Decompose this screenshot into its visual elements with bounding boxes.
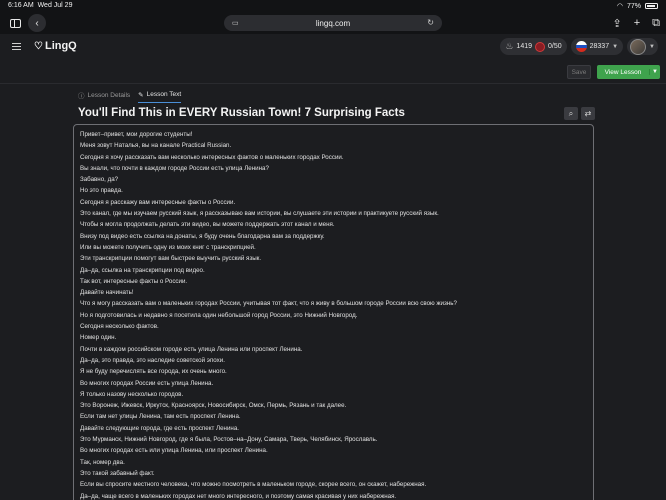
- lesson-text-line: Это Воронеж, Ижевск, Иркутск, Красноярск…: [80, 402, 347, 410]
- lesson-text-line: Чтобы я могла продолжать делать эти виде…: [80, 221, 335, 229]
- lesson-text-line: Вы знали, что почти в каждом городе Росс…: [80, 164, 269, 172]
- lesson-text-line: Да–да, чаще всего в маленьких городах не…: [80, 492, 397, 500]
- back-button[interactable]: ‹: [28, 14, 46, 32]
- save-button[interactable]: Save: [567, 65, 591, 79]
- menu-icon[interactable]: [12, 43, 21, 50]
- lingq-logo[interactable]: ♡ LingQ: [34, 40, 77, 52]
- new-tab-icon[interactable]: +: [634, 17, 640, 29]
- lesson-text-line: Меня зовут Наталья, вы на канале Practic…: [80, 142, 232, 150]
- lesson-text-line: Внизу под видео есть ссылка на донаты, я…: [80, 232, 325, 240]
- lesson-text-line: Сегодня я хочу рассказать вам несколько …: [80, 153, 344, 161]
- battery-percent: 77%: [626, 2, 641, 10]
- lesson-text-editor[interactable]: Привет–привет, мои дорогие студенты! Меня…: [73, 124, 594, 500]
- chevron-left-icon: ‹: [35, 17, 39, 29]
- lesson-text-line: Сегодня я расскажу вам интересные факты …: [80, 198, 236, 206]
- profile-menu[interactable]: ▼: [627, 38, 658, 55]
- lesson-text-line: Так вот, интересные факты о России.: [80, 277, 188, 285]
- lesson-text-line: Что я могу рассказать вам о маленьких го…: [80, 300, 457, 308]
- wifi-icon: ◠: [616, 3, 623, 10]
- language-pill[interactable]: 28337 ▼: [570, 38, 624, 55]
- tab-label: Lesson Text: [146, 91, 182, 98]
- info-icon: ⓘ: [78, 93, 85, 100]
- streak-count: 1419: [516, 43, 532, 50]
- lesson-text-line: Я только назову несколько городов.: [80, 390, 184, 398]
- lesson-text-line: Так, номер два.: [80, 458, 125, 466]
- avatar: [630, 38, 647, 55]
- tab-lesson-details[interactable]: ⓘ Lesson Details: [78, 90, 130, 103]
- chevron-down-icon: ▼: [649, 43, 655, 50]
- lesson-text-line: Да–да, это правда, это наследие советско…: [80, 356, 225, 364]
- browser-toolbar: ‹ ▭ lingq.com ↻ ⇪ + ⧉: [0, 12, 666, 34]
- lesson-text-line: Сегодня несколько фактов.: [80, 323, 159, 331]
- lesson-text-line: Если там нет улицы Ленина, там есть прос…: [80, 413, 241, 421]
- lesson-text-line: Почти в каждом российском городе есть ул…: [80, 345, 303, 353]
- daily-goal-count: 0/50: [548, 43, 562, 50]
- address-text: lingq.com: [315, 18, 351, 28]
- status-date: Wed Jul 29: [37, 2, 73, 9]
- view-lesson-button[interactable]: View Lesson ▼: [597, 65, 660, 79]
- page-title: You'll Find This in EVERY Russian Town! …: [78, 107, 405, 119]
- ios-status-bar: 6:16 AM Wed Jul 29 ◠ 77%: [0, 0, 666, 12]
- lesson-tabs: ⓘ Lesson Details ✎ Lesson Text: [78, 90, 182, 103]
- lesson-text-line: Забавно, да?: [80, 176, 119, 184]
- status-right: ◠ 77%: [617, 2, 658, 10]
- header-stats: ♨ 1419 0/50 28337 ▼ ▼: [500, 38, 658, 55]
- lesson-text-line: Это такой забавный факт.: [80, 469, 155, 477]
- tab-label: Lesson Details: [87, 91, 131, 99]
- lesson-text-line: Давайте начинать!: [80, 289, 134, 297]
- page-menu-icon[interactable]: ▭: [232, 19, 239, 27]
- lesson-text-line: Номер один.: [80, 334, 117, 342]
- lesson-text-line: Это Мурманск, Нижний Новгород, где я был…: [80, 436, 378, 444]
- editor-actions: ⌕ ⇄: [564, 107, 595, 120]
- address-bar[interactable]: ▭ lingq.com ↻: [224, 15, 442, 31]
- browser-actions: ⇪ + ⧉: [612, 14, 660, 32]
- pencil-icon: ✎: [138, 91, 144, 99]
- known-words-count: 28337: [589, 43, 610, 50]
- lesson-text-line: Да–да, ссылка на транскрипции под видео.: [80, 266, 205, 274]
- tab-lesson-text[interactable]: ✎ Lesson Text: [138, 90, 182, 103]
- streak-flame-icon: ♨: [505, 41, 514, 51]
- lesson-toolbar: Save View Lesson ▼: [0, 60, 666, 84]
- status-time: 6:16 AM Wed Jul 29: [8, 2, 72, 9]
- lesson-text-line: Но я подготовилась и недавно я посетила …: [80, 311, 358, 319]
- sidebar-toggle-button[interactable]: [8, 14, 22, 32]
- replace-icon[interactable]: ⇄: [581, 107, 595, 120]
- logo-heart-icon: ♡: [34, 40, 43, 52]
- lesson-text-line: Привет–привет, мои дорогие студенты!: [80, 131, 193, 138]
- lesson-text-line: Это канал, где мы изучаем русский язык, …: [80, 210, 439, 218]
- lesson-text-line: Эти транскрипции помогут вам быстрее выу…: [80, 255, 262, 263]
- russian-flag-icon: [575, 41, 587, 52]
- streak-and-goal-pill[interactable]: ♨ 1419 0/50: [500, 38, 567, 55]
- search-icon[interactable]: ⌕: [564, 107, 578, 120]
- daily-goal-icon: [535, 41, 545, 52]
- lesson-text-line: Во многих городах России есть улица Лени…: [80, 379, 214, 387]
- chevron-down-icon: ▼: [612, 43, 619, 50]
- chevron-down-icon[interactable]: ▼: [649, 69, 660, 75]
- logo-text: LingQ: [44, 40, 77, 52]
- sidebar-icon: [9, 18, 21, 28]
- lesson-text-line: Или вы можете получить одну из моих книг…: [80, 243, 256, 251]
- lesson-text-line: Если вы спросите местного человека, что …: [80, 481, 427, 489]
- reload-icon[interactable]: ↻: [427, 18, 434, 27]
- lesson-text-line: Но это правда.: [80, 187, 123, 195]
- view-lesson-label: View Lesson: [604, 68, 642, 76]
- lesson-text-line: Во многих городах есть или улица Ленина,…: [80, 447, 268, 455]
- share-icon[interactable]: ⇪: [612, 17, 621, 30]
- lesson-text-line: Давайте следующие города, где есть просп…: [80, 424, 239, 432]
- battery-icon: [645, 3, 658, 9]
- lesson-text-line: Я не буду перечислять все города, их оче…: [80, 368, 227, 376]
- tab-overview-icon[interactable]: ⧉: [652, 17, 660, 30]
- status-time-text: 6:16 AM: [8, 2, 34, 9]
- app-header: ♡ LingQ ♨ 1419 0/50 28337 ▼ ▼: [0, 34, 666, 60]
